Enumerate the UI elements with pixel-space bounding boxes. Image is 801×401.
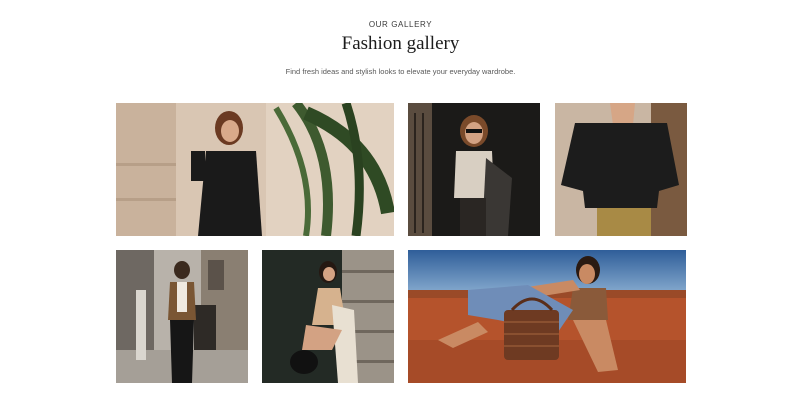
gallery-image-desert[interactable] bbox=[408, 250, 686, 383]
gallery-image-dress-palm[interactable] bbox=[116, 103, 394, 236]
gallery-image-black-shirt[interactable] bbox=[555, 103, 687, 236]
gallery-image-sunglasses-cardigan[interactable] bbox=[408, 103, 540, 236]
section-eyebrow: OUR GALLERY bbox=[368, 20, 433, 29]
photo-street-vest bbox=[116, 250, 248, 383]
photo-sunglasses-cardigan bbox=[408, 103, 540, 236]
gallery-image-crouching-wall[interactable] bbox=[262, 250, 394, 383]
photo-desert bbox=[408, 250, 686, 383]
photo-crouching-wall bbox=[262, 250, 394, 383]
photo-black-shirt bbox=[555, 103, 687, 236]
section-title: Fashion gallery bbox=[341, 33, 460, 54]
photo-dress-palm bbox=[116, 103, 394, 236]
gallery-image-street-vest[interactable] bbox=[116, 250, 248, 383]
section-subtitle: Find fresh ideas and stylish looks to el… bbox=[285, 67, 516, 76]
